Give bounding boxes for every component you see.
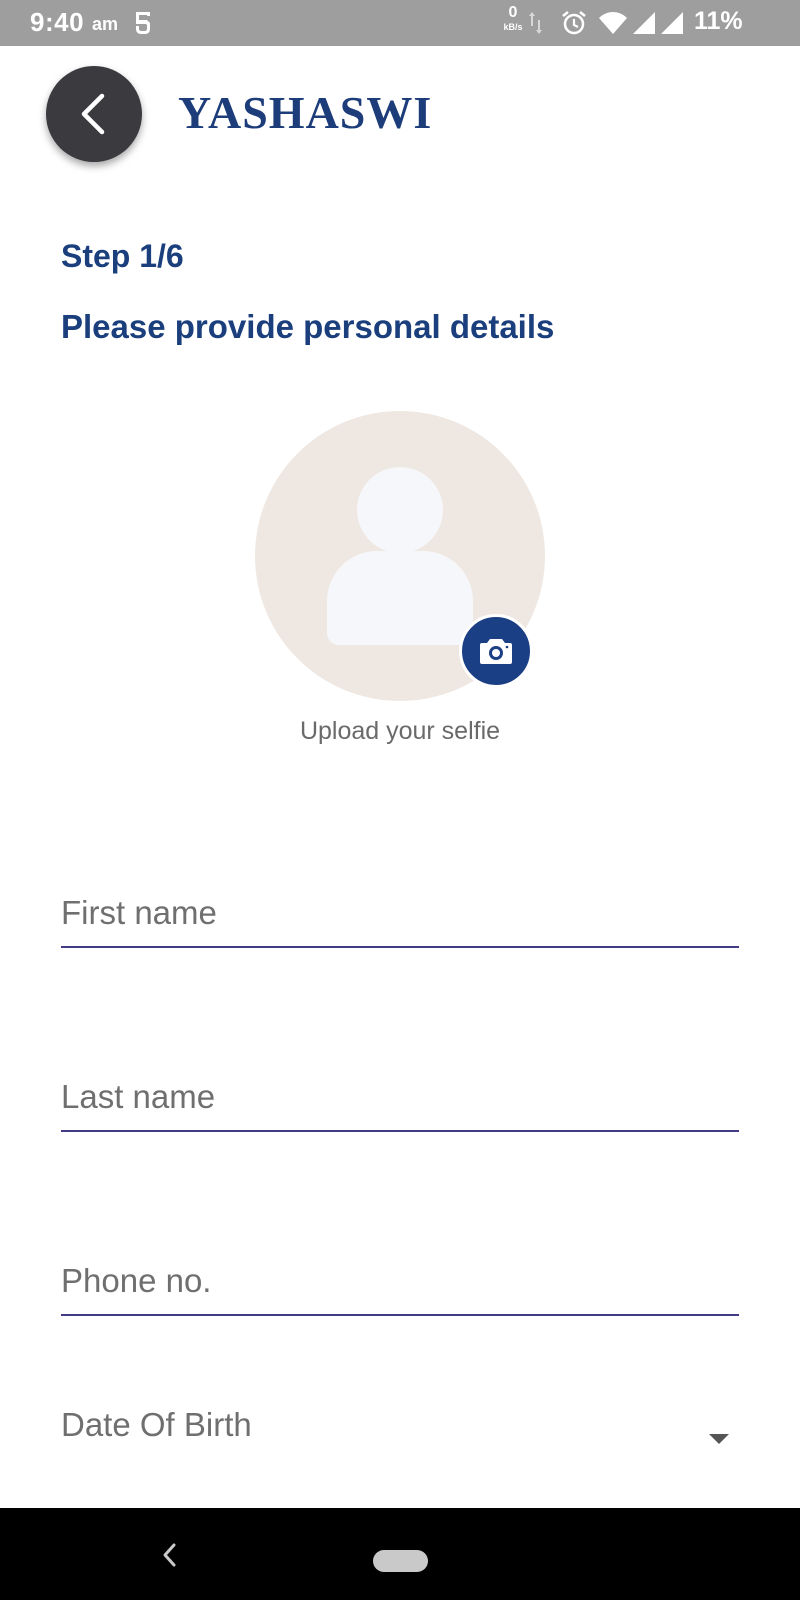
last-name-field[interactable] [61,1060,739,1132]
camera-icon [480,639,512,664]
alarm-icon [562,11,586,35]
avatar-body [327,551,473,645]
last-name-input[interactable] [61,1078,739,1116]
first-name-field[interactable] [61,876,739,948]
upload-selfie-camera-button[interactable] [459,614,533,688]
status-ampm: am [92,14,119,34]
status-bar: 9:40 am 0 kB/s 11% [0,0,800,46]
signal-icon [661,12,683,34]
page-subtitle: Please provide personal details [61,308,555,345]
phone-field[interactable] [61,1244,739,1316]
battery-percent: 11% [694,7,743,35]
network-speed-value: 0 [508,4,518,21]
network-speed: 0 kB/s [500,4,526,32]
first-name-input[interactable] [61,894,739,932]
step-indicator: Step 1/6 [61,238,184,274]
wifi-icon [599,12,627,34]
phone-input[interactable] [61,1262,739,1300]
upload-selfie-label: Upload your selfie [299,717,501,745]
chevron-left-icon [81,93,105,135]
avatar-head [357,467,443,553]
nav-home-pill[interactable] [373,1550,428,1572]
system-nav-bar [0,1508,800,1600]
brand-logo: YASHASWI [178,87,433,138]
network-speed-unit: kB/s [503,22,523,32]
date-of-birth-label: Date Of Birth [61,1406,252,1443]
signal-icon [633,12,655,34]
date-of-birth-dropdown[interactable]: Date Of Birth [61,1398,739,1462]
nav-back-icon[interactable] [162,1542,178,1568]
dropdown-arrow-icon [709,1434,729,1444]
status-time: 9:40 [30,7,85,37]
app-notification-icon [136,12,150,34]
back-button[interactable] [46,66,142,162]
data-arrows-icon [529,12,542,34]
